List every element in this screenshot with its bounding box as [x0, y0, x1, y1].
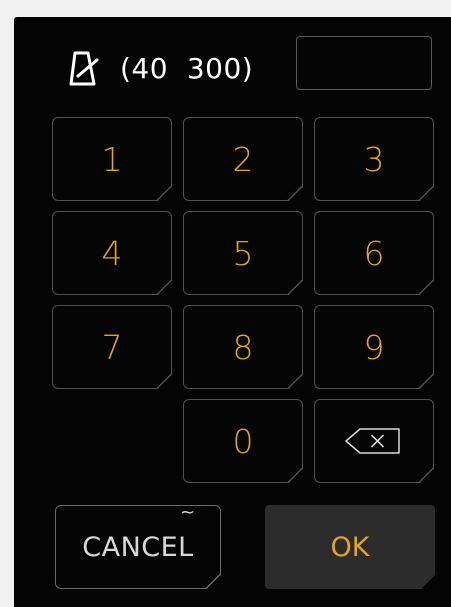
key-label: 6: [363, 233, 385, 273]
key-notch: [284, 276, 304, 296]
key-notch: [415, 464, 435, 484]
metronome-icon: [69, 51, 99, 86]
key-label: 2: [232, 139, 254, 179]
key-notch: [284, 370, 304, 390]
key-2[interactable]: 2: [183, 117, 303, 201]
key-6[interactable]: 6: [314, 211, 434, 295]
key-label: 9: [363, 327, 385, 367]
key-8[interactable]: 8: [183, 305, 303, 389]
key-label: 1: [101, 139, 123, 179]
key-5[interactable]: 5: [183, 211, 303, 295]
key-label: 3: [363, 139, 385, 179]
key-9[interactable]: 9: [314, 305, 434, 389]
tempo-dialog: (40 300) 1 2 3 4 5 6 7 8 9 0 CANCEL ~ OK: [14, 17, 451, 607]
key-label: 0: [232, 421, 254, 461]
cancel-label: CANCEL: [82, 531, 194, 563]
key-notch: [153, 182, 173, 202]
key-notch: [202, 570, 222, 590]
key-3[interactable]: 3: [314, 117, 434, 201]
key-label: 5: [232, 233, 254, 273]
backspace-key[interactable]: [314, 399, 434, 483]
key-label: 8: [232, 327, 254, 367]
cancel-shortcut-hint: ~: [180, 502, 196, 523]
tempo-range-label: (40 300): [120, 52, 254, 85]
key-0[interactable]: 0: [183, 399, 303, 483]
key-4[interactable]: 4: [52, 211, 172, 295]
cancel-button[interactable]: CANCEL: [55, 505, 221, 589]
tempo-value-field[interactable]: [296, 36, 432, 90]
key-notch: [153, 276, 173, 296]
key-7[interactable]: 7: [52, 305, 172, 389]
ok-button[interactable]: OK: [265, 505, 435, 589]
key-notch: [415, 276, 435, 296]
key-label: 7: [101, 327, 123, 367]
key-notch: [284, 182, 304, 202]
key-notch: [153, 370, 173, 390]
key-notch: [415, 370, 435, 390]
key-notch: [415, 182, 435, 202]
key-label: 4: [101, 233, 123, 273]
ok-label: OK: [330, 531, 370, 563]
backspace-icon: [343, 423, 405, 459]
dialog-header: (40 300): [14, 17, 451, 113]
key-1[interactable]: 1: [52, 117, 172, 201]
key-notch: [284, 464, 304, 484]
